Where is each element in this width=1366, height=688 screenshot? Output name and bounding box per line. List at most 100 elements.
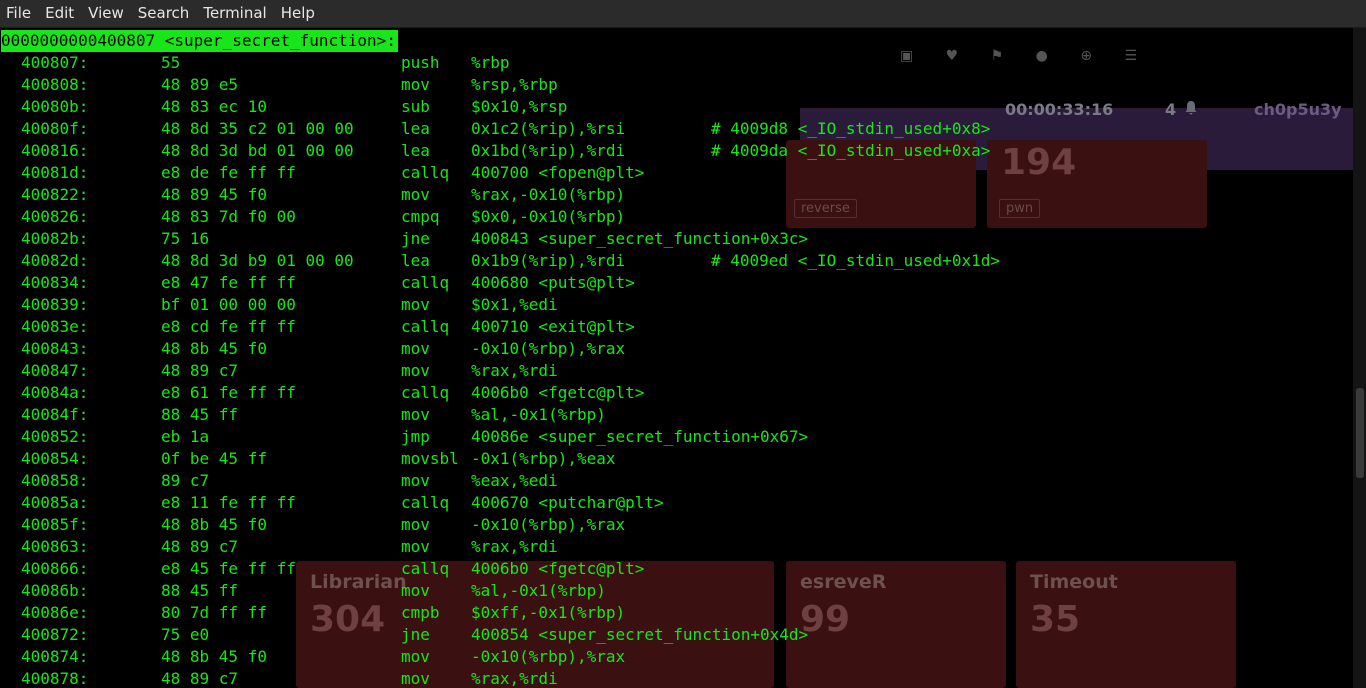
instruction-address: 400816: <box>21 141 89 160</box>
instruction-operands: 4006b0 <fgetc@plt> <box>471 559 645 578</box>
instruction-bytes: e8 45 fe ff ff <box>161 559 296 578</box>
disassembly-row: 400878: 48 89 c7 mov %rax,%rdi <box>0 668 1366 688</box>
instruction-operands: %rax,-0x10(%rbp) <box>471 185 626 204</box>
instruction-bytes: 48 8b 45 f0 <box>161 515 267 534</box>
instruction-address: 40084f: <box>21 405 89 424</box>
disassembly-row: 400826: 48 83 7d f0 00 cmpq $0x0,-0x10(%rbp… <box>0 206 1366 228</box>
instruction-operands: 0x1bd(%rip),%rdi <box>471 141 626 160</box>
instruction-bytes: 0f be 45 ff <box>161 449 267 468</box>
menu-file[interactable]: File <box>0 0 38 27</box>
instruction-address: 400843: <box>21 339 89 358</box>
instruction-address: 40082b: <box>21 229 89 248</box>
instruction-operands: -0x10(%rbp),%rax <box>471 647 626 666</box>
instruction-address: 40086e: <box>21 603 89 622</box>
instruction-address: 400834: <box>21 273 89 292</box>
instruction-address: 40085f: <box>21 515 89 534</box>
function-heading: 0000000000400807 <super_secret_function>… <box>1 30 398 52</box>
instruction-bytes: e8 11 fe ff ff <box>161 493 296 512</box>
instruction-address: 400839: <box>21 295 89 314</box>
terminal-output[interactable]: 0000000000400807 <super_secret_function>… <box>0 30 1366 688</box>
menu-edit[interactable]: Edit <box>38 0 81 27</box>
instruction-bytes: 48 89 e5 <box>161 75 239 94</box>
instruction-mnemonic: callq <box>401 559 450 578</box>
instruction-mnemonic: mov <box>401 405 430 424</box>
instruction-address: 400878: <box>21 669 89 688</box>
disassembly-row: 400854: 0f be 45 ff movsbl -0x1(%rbp),%eax <box>0 448 1366 470</box>
disassembly-row: 400863: 48 89 c7 mov %rax,%rdi <box>0 536 1366 558</box>
disassembly-row: 40086e: 80 7d ff ff cmpb $0xff,-0x1(%rbp) <box>0 602 1366 624</box>
disassembly-row: 400852: eb 1a jmp 40086e <super_secret_func… <box>0 426 1366 448</box>
instruction-bytes: e8 cd fe ff ff <box>161 317 296 336</box>
instruction-address: 400858: <box>21 471 89 490</box>
disassembly-row: 400807: 55 push %rbp <box>0 52 1366 74</box>
instruction-bytes: 48 89 c7 <box>161 537 239 556</box>
disassembly-row: 40082d: 48 8d 3d b9 01 00 00 lea 0x1b9(%rip… <box>0 250 1366 272</box>
instruction-mnemonic: cmpq <box>401 207 440 226</box>
instruction-operands: 400854 <super_secret_function+0x4d> <box>471 625 809 644</box>
instruction-bytes: 48 83 ec 10 <box>161 97 267 116</box>
instruction-bytes: 48 8d 3d bd 01 00 00 <box>161 141 354 160</box>
disassembly-row: 400816: 48 8d 3d bd 01 00 00 lea 0x1bd(%rip… <box>0 140 1366 162</box>
instruction-mnemonic: mov <box>401 471 430 490</box>
instruction-mnemonic: jne <box>401 229 430 248</box>
instruction-address: 40080b: <box>21 97 89 116</box>
instruction-comment: # 4009d8 <_IO_stdin_used+0x8> <box>711 119 991 138</box>
instruction-mnemonic: push <box>401 53 440 72</box>
instruction-operands: $0xff,-0x1(%rbp) <box>471 603 626 622</box>
instruction-operands: -0x10(%rbp),%rax <box>471 515 626 534</box>
instruction-operands: %rbp <box>471 53 510 72</box>
instruction-address: 40083e: <box>21 317 89 336</box>
instruction-mnemonic: callq <box>401 493 450 512</box>
menu-search[interactable]: Search <box>131 0 197 27</box>
instruction-address: 400874: <box>21 647 89 666</box>
disassembly-row: 400839: bf 01 00 00 00 mov $0x1,%edi <box>0 294 1366 316</box>
disassembly-row: 400822: 48 89 45 f0 mov %rax,-0x10(%rbp) <box>0 184 1366 206</box>
instruction-operands: $0x1,%edi <box>471 295 558 314</box>
instruction-mnemonic: lea <box>401 119 430 138</box>
instruction-comment: # 4009da <_IO_stdin_used+0xa> <box>711 141 991 160</box>
instruction-address: 40082d: <box>21 251 89 270</box>
instruction-bytes: 48 89 45 f0 <box>161 185 267 204</box>
instruction-address: 400822: <box>21 185 89 204</box>
instruction-bytes: 48 8b 45 f0 <box>161 647 267 666</box>
instruction-address: 400826: <box>21 207 89 226</box>
instruction-bytes: 48 8b 45 f0 <box>161 339 267 358</box>
instruction-mnemonic: mov <box>401 75 430 94</box>
menu-help[interactable]: Help <box>274 0 322 27</box>
instruction-operands: 400680 <puts@plt> <box>471 273 635 292</box>
menu-terminal[interactable]: Terminal <box>196 0 273 27</box>
instruction-operands: 400710 <exit@plt> <box>471 317 635 336</box>
instruction-bytes: 48 89 c7 <box>161 361 239 380</box>
instruction-address: 400854: <box>21 449 89 468</box>
instruction-address: 40080f: <box>21 119 89 138</box>
instruction-operands: -0x10(%rbp),%rax <box>471 339 626 358</box>
disassembly-row: 40084f: 88 45 ff mov %al,-0x1(%rbp) <box>0 404 1366 426</box>
disassembly-row: 40084a: e8 61 fe ff ff callq 4006b0 <fgetc@… <box>0 382 1366 404</box>
instruction-bytes: 88 45 ff <box>161 405 239 424</box>
disassembly-row: 40085a: e8 11 fe ff ff callq 400670 <putcha… <box>0 492 1366 514</box>
disassembly-row: 400843: 48 8b 45 f0 mov -0x10(%rbp),%rax <box>0 338 1366 360</box>
instruction-operands: $0x10,%rsp <box>471 97 568 116</box>
instruction-mnemonic: callq <box>401 163 450 182</box>
disassembly-row: 400847: 48 89 c7 mov %rax,%rdi <box>0 360 1366 382</box>
instruction-mnemonic: mov <box>401 647 430 666</box>
instruction-mnemonic: jne <box>401 625 430 644</box>
instruction-mnemonic: callq <box>401 317 450 336</box>
instruction-address: 400866: <box>21 559 89 578</box>
instruction-operands: 0x1b9(%rip),%rdi <box>471 251 626 270</box>
instruction-address: 400808: <box>21 75 89 94</box>
instruction-operands: 400700 <fopen@plt> <box>471 163 645 182</box>
instruction-bytes: 48 83 7d f0 00 <box>161 207 296 226</box>
instruction-bytes: 48 89 c7 <box>161 669 239 688</box>
instruction-comment: # 4009ed <_IO_stdin_used+0x1d> <box>711 251 1000 270</box>
disassembly-row: 40083e: e8 cd fe ff ff callq 400710 <exit@p… <box>0 316 1366 338</box>
disassembly-row: 400872: 75 e0 jne 400854 <super_secret_func… <box>0 624 1366 646</box>
menu-view[interactable]: View <box>81 0 131 27</box>
instruction-mnemonic: mov <box>401 669 430 688</box>
instruction-address: 40081d: <box>21 163 89 182</box>
instruction-address: 400847: <box>21 361 89 380</box>
instruction-mnemonic: mov <box>401 361 430 380</box>
disassembly-row: 400866: e8 45 fe ff ff callq 4006b0 <fgetc@… <box>0 558 1366 580</box>
instruction-mnemonic: movsbl <box>401 449 459 468</box>
instruction-operands: 4006b0 <fgetc@plt> <box>471 383 645 402</box>
